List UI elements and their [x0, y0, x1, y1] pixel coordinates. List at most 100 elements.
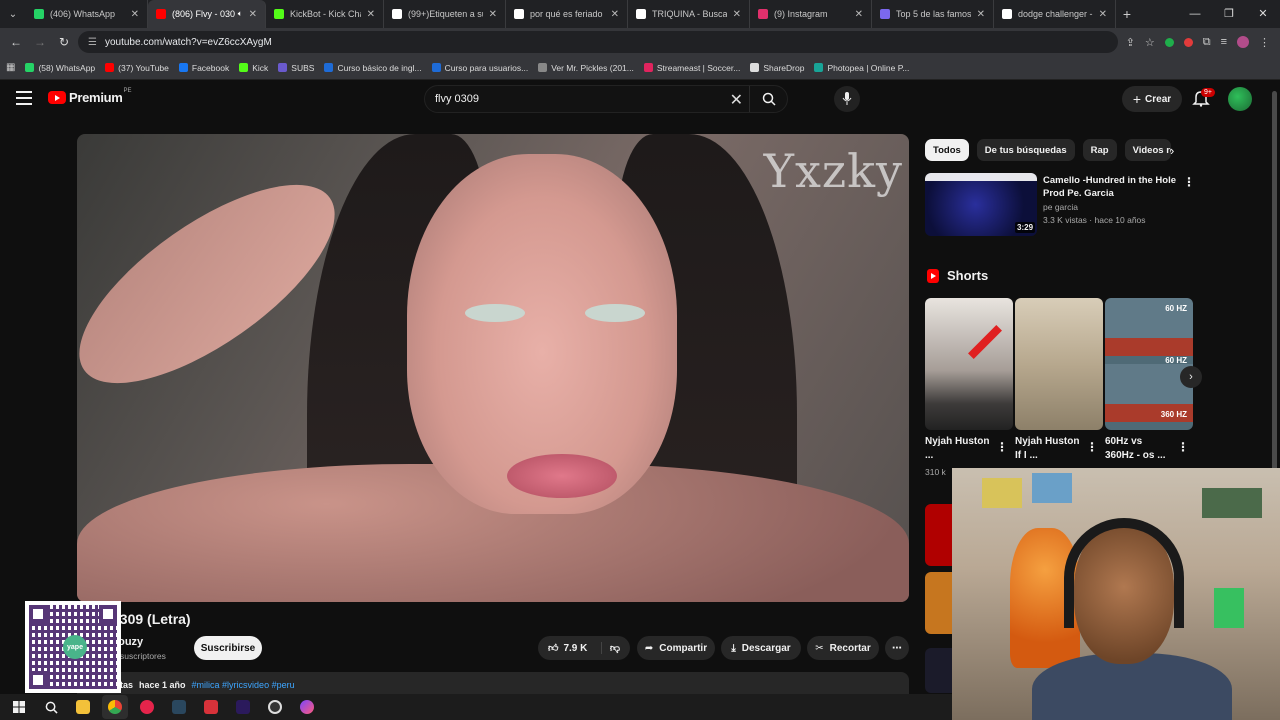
- more-actions-button[interactable]: ⋯: [885, 636, 909, 660]
- like-button[interactable]: 👍︎ 7.9 K: [548, 642, 587, 655]
- profile-avatar-icon[interactable]: [1237, 36, 1249, 48]
- file-explorer-icon[interactable]: [70, 695, 96, 719]
- bookmark-item[interactable]: Streameast | Soccer...: [643, 63, 740, 73]
- windows-start-icon[interactable]: [6, 695, 32, 719]
- steam-icon[interactable]: [166, 695, 192, 719]
- description-box[interactable]: tas hace 1 año #milica #lyricsvideo #per…: [77, 672, 909, 696]
- obs-icon[interactable]: [262, 695, 288, 719]
- browser-tab[interactable]: por qué es feriado el ✕: [506, 0, 628, 28]
- clip-button[interactable]: ✂ Recortar: [807, 636, 879, 660]
- media-control-icon[interactable]: ≡: [1221, 36, 1227, 48]
- chrome-taskbar-icon[interactable]: [102, 695, 128, 719]
- recommended-title[interactable]: Camello -Hundred in the Hole Prod Pe. Ga…: [1043, 174, 1183, 200]
- forward-icon[interactable]: →: [28, 35, 52, 49]
- bookmark-item[interactable]: Facebook: [178, 63, 229, 73]
- close-tab-icon[interactable]: ✕: [977, 9, 985, 20]
- browser-tab[interactable]: (806) Flvy - 0309 🔈︎ ✕: [148, 0, 266, 28]
- short-title[interactable]: 60Hz vs 360Hz - os ...: [1105, 435, 1173, 463]
- recommended-channel[interactable]: pe garcia: [1043, 202, 1078, 212]
- bookmark-item[interactable]: Curso para usuarios...: [431, 63, 528, 73]
- clear-search-icon[interactable]: ✕: [730, 90, 743, 110]
- bookmark-item[interactable]: Kick: [239, 63, 268, 73]
- media-player-icon[interactable]: [134, 695, 160, 719]
- short-thumbnail[interactable]: 60 HZ 60 HZ 360 HZ: [1105, 298, 1193, 430]
- chips-next-icon[interactable]: ›: [1170, 143, 1174, 158]
- bookmark-item[interactable]: Photopea | Online P...: [814, 63, 909, 73]
- recommended-thumbnail[interactable]: [925, 572, 953, 634]
- chip-todos[interactable]: Todos: [925, 139, 969, 161]
- browser-tab[interactable]: Top 5 de las famosas ✕: [872, 0, 994, 28]
- site-info-icon[interactable]: ☰: [88, 37, 97, 48]
- browser-tab[interactable]: dodge challenger - B ✕: [994, 0, 1116, 28]
- back-icon[interactable]: ←: [4, 35, 28, 49]
- close-tab-icon[interactable]: ✕: [733, 9, 741, 20]
- messenger-icon[interactable]: [294, 695, 320, 719]
- close-tab-icon[interactable]: ✕: [611, 9, 619, 20]
- apps-grid-icon[interactable]: ▦: [6, 62, 15, 73]
- extension-green-icon[interactable]: [1164, 37, 1174, 47]
- voice-search-button[interactable]: [834, 86, 860, 112]
- bookmark-item[interactable]: Ver Mr. Pickles (201...: [538, 63, 634, 73]
- browser-tab[interactable]: TRIQUINA - Buscar co ✕: [628, 0, 750, 28]
- reload-icon[interactable]: ↻: [52, 35, 76, 49]
- extensions-icon[interactable]: ⧉: [1203, 36, 1211, 49]
- chrome-menu-icon[interactable]: ⋮: [1259, 36, 1270, 49]
- minimize-icon[interactable]: —: [1178, 0, 1212, 28]
- dislike-button[interactable]: 👎︎: [600, 642, 620, 654]
- create-button[interactable]: + Crear: [1122, 86, 1182, 112]
- bookmark-item[interactable]: ShareDrop: [750, 63, 804, 73]
- tab-audio-icon[interactable]: 🔈︎: [238, 9, 243, 19]
- search-button[interactable]: [749, 86, 787, 112]
- chip-rap[interactable]: Rap: [1082, 139, 1117, 161]
- premiere-icon[interactable]: [230, 695, 256, 719]
- video-frame-eye-right: [585, 304, 645, 322]
- close-tab-icon[interactable]: ✕: [367, 9, 375, 20]
- account-avatar[interactable]: [1228, 87, 1252, 111]
- browser-tab[interactable]: (99+)Etiqueten a su n ✕: [384, 0, 506, 28]
- browser-tab[interactable]: KickBot - Kick Chatbo ✕: [266, 0, 384, 28]
- install-icon[interactable]: ⇪: [1126, 36, 1135, 49]
- download-button[interactable]: ⤓ Descargar: [721, 636, 801, 660]
- recommended-video[interactable]: 3:29 Camello -Hundred in the Hole Prod P…: [925, 173, 1195, 237]
- browser-tab[interactable]: (406) WhatsApp ✕: [26, 0, 148, 28]
- new-tab-button[interactable]: +: [1116, 6, 1138, 22]
- youtube-logo[interactable]: Premium PE: [48, 88, 132, 105]
- restore-icon[interactable]: ❐: [1212, 0, 1246, 28]
- share-button[interactable]: ➦ Compartir: [637, 636, 715, 660]
- short-thumbnail[interactable]: [925, 298, 1013, 430]
- address-bar[interactable]: ☰ youtube.com/watch?v=evZ6ccXAygM: [78, 31, 1118, 53]
- bookmark-item[interactable]: Curso básico de ingl...: [324, 63, 422, 73]
- chip-searches[interactable]: De tus búsquedas: [976, 139, 1075, 161]
- close-window-icon[interactable]: ✕: [1246, 0, 1280, 28]
- browser-tab[interactable]: (9) Instagram ✕: [750, 0, 872, 28]
- subscribe-button[interactable]: Suscribirse: [194, 636, 262, 660]
- short-menu-icon[interactable]: ⋮: [1177, 440, 1189, 454]
- video-player[interactable]: Yxzky: [77, 134, 909, 602]
- shorts-next-button[interactable]: ›: [1180, 366, 1202, 388]
- close-tab-icon[interactable]: ✕: [249, 9, 257, 20]
- close-tab-icon[interactable]: ✕: [1099, 9, 1107, 20]
- extension-red-icon[interactable]: [1183, 37, 1193, 47]
- close-tab-icon[interactable]: ✕: [489, 9, 497, 20]
- taskbar-search-icon[interactable]: [38, 695, 64, 719]
- short-title[interactable]: Nyjah Huston ...: [925, 435, 993, 463]
- close-tab-icon[interactable]: ✕: [855, 9, 863, 20]
- chip-related[interactable]: Videos rel: [1124, 139, 1171, 161]
- bookmark-item[interactable]: (58) WhatsApp: [25, 63, 95, 73]
- recommended-thumbnail[interactable]: [925, 504, 953, 566]
- menu-icon[interactable]: [16, 91, 32, 105]
- tab-search-button[interactable]: ⌄: [0, 0, 26, 28]
- streamlabs-icon[interactable]: [198, 695, 224, 719]
- bookmark-star-icon[interactable]: ☆: [1145, 36, 1155, 49]
- recommended-menu-icon[interactable]: ⋮: [1183, 175, 1195, 189]
- short-menu-icon[interactable]: ⋮: [1086, 440, 1098, 454]
- bookmark-item[interactable]: SUBS: [278, 63, 314, 73]
- short-thumbnail[interactable]: [1015, 298, 1103, 430]
- short-title[interactable]: Nyjah Huston If I ...: [1015, 435, 1083, 463]
- scrollbar-thumb[interactable]: [1272, 91, 1277, 471]
- short-menu-icon[interactable]: ⋮: [996, 440, 1008, 454]
- search-input[interactable]: flvy 0309 ✕: [424, 85, 788, 113]
- close-tab-icon[interactable]: ✕: [131, 9, 139, 20]
- bookmark-item[interactable]: (37) YouTube: [105, 63, 169, 73]
- recommended-thumbnail[interactable]: [925, 648, 953, 693]
